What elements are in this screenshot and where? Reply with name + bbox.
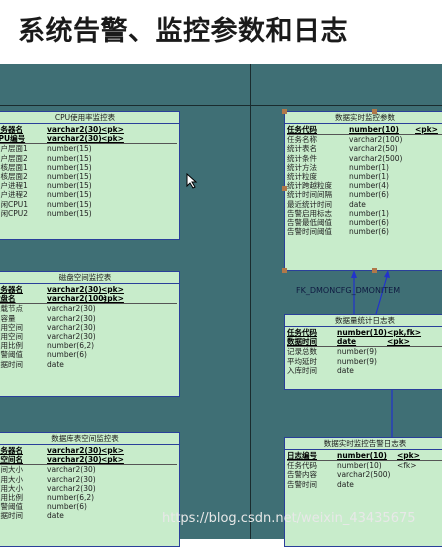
watermark-text: https://blog.csdn.net/weixin_43435675	[162, 511, 416, 526]
slide-title: 系统告警、监控参数和日志	[18, 16, 348, 47]
fk-relationship-label: FK_DMONCFG_DMONITEM	[296, 286, 401, 295]
fk-arrowhead-right	[384, 270, 390, 278]
reference-arrows	[351, 270, 393, 437]
mouse-cursor-icon	[186, 173, 198, 189]
diagram-canvas[interactable]: CPU使用率监控表 服务器名varchar2(30)<pk>CPU编号varch…	[0, 64, 442, 547]
fk-arrowhead-left	[351, 270, 357, 278]
slide-title-bar: 系统告警、监控参数和日志	[0, 0, 442, 62]
